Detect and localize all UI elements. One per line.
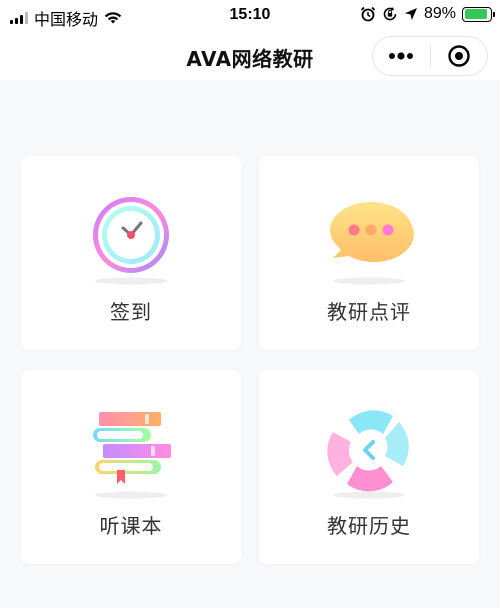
battery-icon <box>462 6 495 22</box>
lecture-notebook-label: 听课本 <box>99 514 163 538</box>
review-card[interactable]: 教研点评 <box>259 156 479 350</box>
history-label: 教研历史 <box>327 514 411 538</box>
checkin-label: 签到 <box>110 300 152 324</box>
chat-bubble-icon <box>319 190 419 290</box>
status-right: 89% <box>360 5 495 23</box>
more-menu-button[interactable] <box>373 37 430 75</box>
navigation-bar: AVA网络教研 <box>0 32 500 80</box>
location-icon <box>404 8 417 20</box>
battery-level-fill <box>464 9 487 19</box>
alarm-icon <box>360 6 376 22</box>
lecture-notebook-card[interactable]: 听课本 <box>21 370 241 564</box>
more-dots-icon <box>389 52 414 60</box>
orientation-lock-icon <box>383 7 397 21</box>
mini-program-capsule <box>372 36 488 76</box>
review-label: 教研点评 <box>327 300 411 324</box>
target-circle-icon <box>448 45 470 67</box>
battery-percent: 89% <box>423 5 456 22</box>
status-bar: 中国移动 15:10 89% <box>0 0 500 32</box>
clock-icon <box>81 190 181 290</box>
history-card[interactable]: 教研历史 <box>259 370 479 564</box>
history-icon <box>319 404 419 504</box>
close-program-button[interactable] <box>430 37 487 75</box>
checkin-card[interactable]: 签到 <box>21 156 241 350</box>
books-icon <box>81 404 181 504</box>
